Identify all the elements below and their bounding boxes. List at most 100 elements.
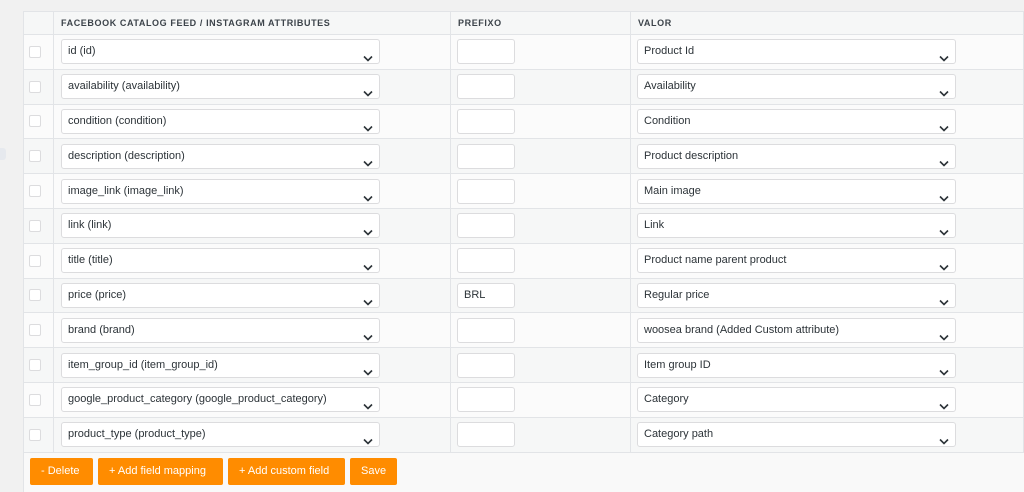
prefix-input[interactable] bbox=[457, 39, 515, 65]
prefix-cell bbox=[450, 242, 631, 279]
attribute-select[interactable]: image_link (image_link) bbox=[61, 178, 380, 204]
prefix-input[interactable] bbox=[457, 74, 515, 100]
chevron-down-icon bbox=[363, 188, 373, 202]
row-select-cell bbox=[23, 103, 54, 140]
row-select-cell bbox=[23, 68, 54, 105]
attribute-select[interactable]: link (link) bbox=[61, 213, 380, 239]
prefix-cell: BRL bbox=[450, 277, 631, 314]
prefix-input[interactable] bbox=[457, 248, 515, 274]
table-row: title (title) Product name parent product bbox=[23, 242, 1024, 279]
attribute-select[interactable]: item_group_id (item_group_id) bbox=[61, 352, 380, 378]
value-select-value: Product description bbox=[644, 149, 739, 162]
value-select-value: Link bbox=[644, 219, 665, 232]
attribute-select-value: condition (condition) bbox=[68, 114, 167, 127]
value-cell: Regular price bbox=[630, 277, 1024, 314]
value-select[interactable]: woosea brand (Added Custom attribute) bbox=[637, 317, 956, 343]
row-checkbox[interactable] bbox=[29, 359, 41, 372]
chevron-down-icon bbox=[363, 257, 373, 271]
value-select[interactable]: Item group ID bbox=[637, 352, 956, 378]
row-checkbox[interactable] bbox=[29, 393, 41, 406]
value-cell: Availability bbox=[630, 68, 1024, 105]
attribute-select[interactable]: product_type (product_type) bbox=[61, 422, 380, 448]
attribute-select[interactable]: google_product_category (google_product_… bbox=[61, 387, 380, 413]
table-row: price (price) BRL Regular price bbox=[23, 277, 1024, 314]
table-row: google_product_category (google_product_… bbox=[23, 381, 1024, 418]
value-select[interactable]: Condition bbox=[637, 108, 956, 134]
chevron-down-icon bbox=[939, 222, 949, 237]
chevron-down-icon bbox=[939, 362, 949, 376]
value-select[interactable]: Availability bbox=[637, 74, 956, 100]
delete-button[interactable]: - Delete bbox=[30, 458, 93, 485]
prefix-input[interactable] bbox=[457, 108, 515, 134]
row-checkbox[interactable] bbox=[29, 45, 41, 58]
prefix-input[interactable]: BRL bbox=[457, 282, 515, 308]
prefix-input[interactable] bbox=[457, 143, 515, 169]
row-checkbox[interactable] bbox=[29, 324, 41, 337]
value-select[interactable]: Product name parent product bbox=[637, 248, 956, 274]
value-select[interactable]: Product description bbox=[637, 143, 956, 169]
field-mapping-panel: FACEBOOK CATALOG FEED / INSTAGRAM ATTRIB… bbox=[23, 11, 1024, 492]
row-checkbox[interactable] bbox=[29, 150, 41, 163]
row-checkbox[interactable] bbox=[29, 254, 41, 267]
prefix-input[interactable] bbox=[457, 387, 515, 413]
value-select[interactable]: Product Id bbox=[637, 39, 956, 65]
value-cell: Condition bbox=[630, 103, 1024, 140]
chevron-down-icon bbox=[939, 431, 949, 445]
attribute-select[interactable]: condition (condition) bbox=[61, 108, 380, 134]
value-select[interactable]: Main image bbox=[637, 178, 956, 204]
attribute-select[interactable]: brand (brand) bbox=[61, 317, 380, 343]
value-select[interactable]: Category path bbox=[637, 422, 956, 448]
prefix-input[interactable] bbox=[457, 317, 515, 343]
value-cell: woosea brand (Added Custom attribute) bbox=[630, 312, 1024, 349]
prefix-input[interactable] bbox=[457, 352, 515, 378]
value-select-value: Regular price bbox=[644, 288, 710, 301]
chevron-down-icon bbox=[363, 153, 373, 167]
chevron-down-icon bbox=[939, 83, 949, 97]
table-row: link (link) Link bbox=[23, 207, 1024, 244]
table-row: image_link (image_link) Main image bbox=[23, 173, 1024, 209]
prefix-input[interactable] bbox=[457, 422, 515, 448]
table-row: product_type (product_type) Category path bbox=[23, 416, 1024, 453]
value-select-value: Condition bbox=[644, 114, 691, 127]
row-select-cell bbox=[23, 173, 54, 209]
value-select[interactable]: Link bbox=[637, 213, 956, 239]
attribute-select[interactable]: id (id) bbox=[61, 39, 380, 65]
chevron-down-icon bbox=[363, 118, 373, 132]
row-checkbox[interactable] bbox=[29, 289, 41, 302]
row-checkbox[interactable] bbox=[29, 115, 41, 128]
value-select[interactable]: Category bbox=[637, 387, 956, 413]
value-cell: Category bbox=[630, 381, 1024, 418]
attribute-select[interactable]: description (description) bbox=[61, 143, 380, 169]
header-value: VALOR bbox=[630, 11, 1024, 35]
prefix-cell bbox=[450, 416, 631, 453]
attribute-select-value: google_product_category (google_product_… bbox=[68, 393, 327, 406]
prefix-input[interactable] bbox=[457, 178, 515, 204]
field-mapping-table: FACEBOOK CATALOG FEED / INSTAGRAM ATTRIB… bbox=[23, 11, 1024, 453]
row-checkbox[interactable] bbox=[29, 80, 41, 93]
add-field-mapping-button[interactable]: + Add field mapping bbox=[98, 458, 223, 485]
attribute-select-value: title (title) bbox=[68, 254, 113, 267]
chevron-down-icon bbox=[939, 118, 949, 132]
save-button[interactable]: Save bbox=[350, 458, 397, 485]
attribute-select[interactable]: availability (availability) bbox=[61, 74, 380, 100]
value-select[interactable]: Regular price bbox=[637, 282, 956, 308]
attribute-cell: item_group_id (item_group_id) bbox=[53, 347, 451, 383]
row-select-cell bbox=[23, 381, 54, 418]
row-checkbox[interactable] bbox=[29, 185, 41, 198]
value-select-value: Product Id bbox=[644, 45, 695, 58]
row-select-cell bbox=[23, 277, 54, 314]
prefix-cell bbox=[450, 138, 631, 175]
add-custom-field-button[interactable]: + Add custom field bbox=[228, 458, 345, 485]
value-cell: Product name parent product bbox=[630, 242, 1024, 279]
prefix-input[interactable] bbox=[457, 213, 515, 239]
row-checkbox[interactable] bbox=[29, 428, 41, 441]
attribute-select[interactable]: title (title) bbox=[61, 248, 380, 274]
attribute-cell: id (id) bbox=[53, 34, 451, 70]
attribute-cell: availability (availability) bbox=[53, 68, 451, 105]
chevron-down-icon bbox=[939, 153, 949, 167]
row-select-cell bbox=[23, 207, 54, 244]
row-select-cell bbox=[23, 138, 54, 175]
row-checkbox[interactable] bbox=[29, 219, 41, 232]
value-select-value: Item group ID bbox=[644, 358, 711, 371]
attribute-select[interactable]: price (price) bbox=[61, 282, 380, 308]
